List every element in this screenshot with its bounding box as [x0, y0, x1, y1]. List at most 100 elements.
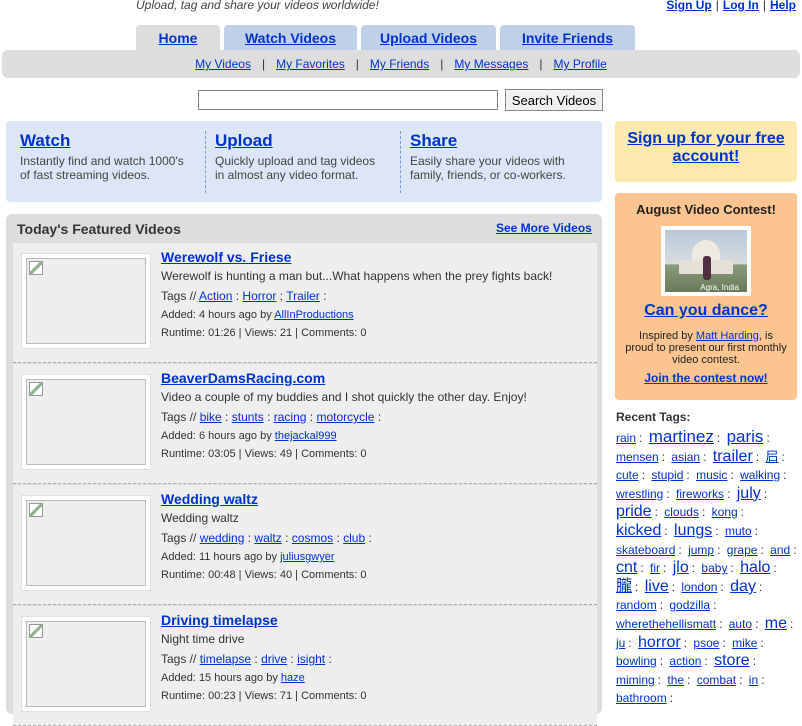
broken-image-icon: [29, 624, 43, 638]
recent-tag-link[interactable]: london: [681, 580, 717, 594]
video-title-link[interactable]: Werewolf vs. Friese: [161, 249, 291, 265]
video-tag-link[interactable]: wedding: [200, 531, 245, 545]
tab-watch-videos[interactable]: Watch Videos: [224, 25, 357, 50]
intro-watch-link[interactable]: Watch: [20, 131, 200, 151]
video-thumbnail[interactable]: [21, 374, 151, 470]
video-tag-link[interactable]: waltz: [254, 531, 281, 545]
recent-tag-link[interactable]: random: [616, 598, 657, 612]
video-user-link[interactable]: haze: [281, 672, 305, 684]
recent-tag-link[interactable]: july: [737, 485, 761, 502]
join-contest-link[interactable]: Join the contest now!: [615, 371, 797, 385]
recent-tag-link[interactable]: live: [645, 578, 669, 595]
video-thumbnail[interactable]: [21, 616, 151, 712]
video-tag-link[interactable]: club: [343, 531, 365, 545]
recent-tag-link[interactable]: asian: [671, 450, 700, 464]
recent-tag-link[interactable]: clouds: [664, 505, 699, 519]
recent-tag-link[interactable]: me: [765, 615, 787, 632]
subnav-my-friends[interactable]: My Friends: [370, 57, 429, 71]
recent-tag-link[interactable]: bowling: [616, 654, 657, 668]
recent-tag-link[interactable]: the: [667, 673, 684, 687]
intro-upload-link[interactable]: Upload: [215, 131, 395, 151]
video-tag-link[interactable]: timelapse: [200, 652, 251, 666]
video-user-link[interactable]: AllInProductions: [274, 309, 354, 321]
recent-tag-link[interactable]: kicked: [616, 522, 661, 539]
intro-share-link[interactable]: Share: [410, 131, 590, 151]
video-tag-link[interactable]: isight: [297, 652, 325, 666]
recent-tag-link[interactable]: mensen: [616, 450, 659, 464]
video-user-link[interactable]: juliusgwyer: [280, 551, 334, 563]
video-user-link[interactable]: thejackal999: [275, 430, 337, 442]
recent-tag-link[interactable]: mike: [732, 636, 757, 650]
recent-tag-link[interactable]: wherethehellismatt: [616, 617, 716, 631]
help-link[interactable]: Help: [770, 0, 796, 12]
recent-tag-link[interactable]: horror: [638, 634, 681, 651]
recent-tag-link[interactable]: muto: [725, 524, 752, 538]
recent-tag-link[interactable]: in: [749, 673, 758, 687]
recent-tag-link[interactable]: ju: [616, 636, 625, 650]
recent-tag-link[interactable]: action: [669, 654, 701, 668]
video-tag-link[interactable]: cosmos: [292, 531, 333, 545]
video-tag-link[interactable]: Trailer: [286, 289, 320, 303]
video-tag-link[interactable]: stunts: [232, 410, 264, 424]
recent-tag-link[interactable]: grape: [727, 543, 758, 557]
recent-tag-link[interactable]: and: [770, 543, 790, 557]
recent-tag-link[interactable]: rain: [616, 431, 636, 445]
signup-link[interactable]: Sign up for your free account!: [627, 130, 784, 165]
recent-tag-link[interactable]: stupid: [651, 468, 683, 482]
tab-home[interactable]: Home: [136, 25, 220, 50]
subnav-my-messages[interactable]: My Messages: [454, 57, 528, 71]
recent-tag-link[interactable]: pride: [616, 503, 652, 520]
recent-tag-link[interactable]: 朧: [616, 578, 632, 595]
video-tag-link[interactable]: motorcycle: [316, 410, 374, 424]
matt-harding-link[interactable]: Matt Harding: [696, 330, 759, 342]
recent-tag-link[interactable]: music: [696, 468, 727, 482]
recent-tag-link[interactable]: kong: [712, 505, 738, 519]
sign-up-link[interactable]: Sign Up: [666, 0, 711, 12]
recent-tag-link[interactable]: cute: [616, 468, 639, 482]
recent-tag-link[interactable]: 𡰪: [765, 449, 778, 464]
contest-image[interactable]: Agra, India: [661, 226, 751, 296]
search-button[interactable]: Search Videos: [505, 89, 603, 111]
recent-tag-link[interactable]: baby: [701, 561, 727, 575]
recent-tag-link[interactable]: jump: [688, 543, 714, 557]
recent-tag-link[interactable]: walking: [740, 468, 780, 482]
video-title-link[interactable]: BeaverDamsRacing.com: [161, 370, 325, 386]
subnav-my-videos[interactable]: My Videos: [195, 57, 251, 71]
see-more-videos-link[interactable]: See More Videos: [496, 221, 592, 235]
recent-tag-link[interactable]: store: [714, 652, 750, 669]
video-thumbnail[interactable]: [21, 495, 151, 591]
recent-tag-link[interactable]: martinez: [649, 427, 714, 446]
video-title-link[interactable]: Driving timelapse: [161, 612, 278, 628]
recent-tag-link[interactable]: miming: [616, 673, 655, 687]
recent-tag-link[interactable]: fir: [650, 561, 660, 575]
video-tag-link[interactable]: drive: [261, 652, 287, 666]
subnav-my-favorites[interactable]: My Favorites: [276, 57, 345, 71]
recent-tag-link[interactable]: halo: [740, 559, 770, 576]
can-you-dance-link[interactable]: Can you dance?: [615, 302, 797, 320]
recent-tag-link[interactable]: jlo: [673, 559, 689, 576]
video-thumbnail[interactable]: [21, 253, 151, 349]
video-tag-link[interactable]: Horror: [242, 289, 276, 303]
search-input[interactable]: [198, 90, 498, 110]
video-tag-link[interactable]: bike: [200, 410, 222, 424]
recent-tag-link[interactable]: bathroom: [616, 691, 667, 705]
tab-upload-videos[interactable]: Upload Videos: [361, 25, 496, 50]
recent-tag-link[interactable]: day: [730, 578, 756, 595]
recent-tag-link[interactable]: trailer: [713, 448, 753, 465]
recent-tag-link[interactable]: paris: [727, 427, 764, 446]
recent-tag-link[interactable]: skateboard: [616, 543, 675, 557]
tab-invite-friends[interactable]: Invite Friends: [500, 25, 635, 50]
video-title-link[interactable]: Wedding waltz: [161, 491, 258, 507]
recent-tag-link[interactable]: fireworks: [676, 487, 724, 501]
recent-tag-link[interactable]: lungs: [674, 522, 712, 539]
recent-tag-link[interactable]: wrestling: [616, 487, 663, 501]
log-in-link[interactable]: Log In: [723, 0, 759, 12]
recent-tag-link[interactable]: cnt: [616, 559, 637, 576]
video-tag-link[interactable]: Action: [199, 289, 232, 303]
recent-tag-link[interactable]: combat: [697, 673, 736, 687]
video-tag-link[interactable]: racing: [274, 410, 307, 424]
recent-tag-link[interactable]: psoe: [693, 636, 719, 650]
recent-tag-link[interactable]: auto: [729, 617, 752, 631]
subnav-my-profile[interactable]: My Profile: [554, 57, 607, 71]
recent-tag-link[interactable]: godzilla: [669, 598, 710, 612]
